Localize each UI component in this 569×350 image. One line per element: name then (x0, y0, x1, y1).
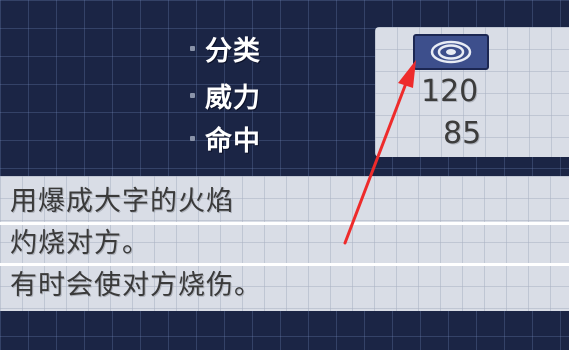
bullet-dot (190, 45, 195, 51)
description-line: 灼烧对方。 (10, 228, 150, 259)
category-row: 分类 (190, 30, 261, 67)
description-line: 用爆成大字的火焰 (10, 186, 234, 217)
power-value: 120 (421, 74, 479, 109)
accuracy-label: 命中 (205, 125, 261, 157)
bullet-dot (190, 92, 195, 98)
bullet-dot (190, 135, 195, 141)
category-label: 分类 (205, 35, 261, 67)
power-row: 威力 (190, 77, 261, 114)
description-line: 有时会使对方烧伤。 (10, 270, 262, 301)
accuracy-row: 命中 (190, 120, 261, 157)
accuracy-value: 85 (443, 116, 482, 151)
power-label: 威力 (205, 82, 261, 114)
move-category-badge (413, 34, 489, 70)
special-category-icon (430, 40, 472, 64)
